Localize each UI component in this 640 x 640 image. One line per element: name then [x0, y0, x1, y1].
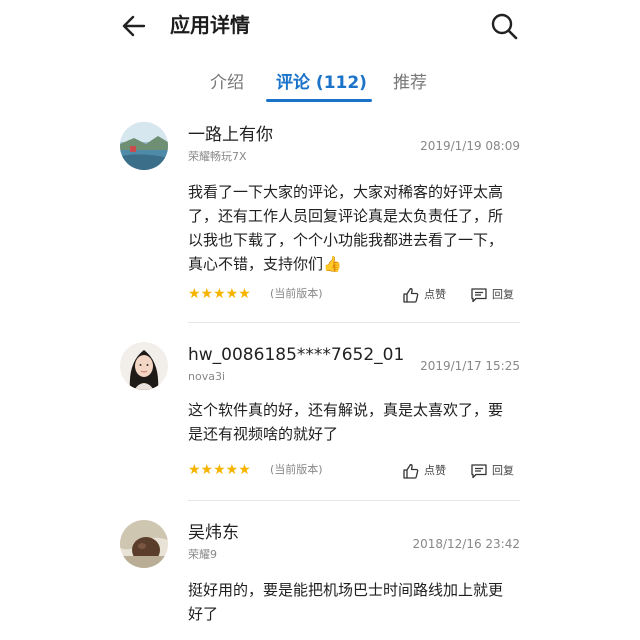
arrow-left-icon: [122, 15, 146, 37]
active-tab-indicator: [266, 99, 372, 102]
avatar: [120, 342, 168, 390]
comment-item: hw_0086185****7652_01 nova3i 2019/1/17 1…: [120, 342, 520, 510]
comment-text: 挺好用的，要是能把机场巴士时间路线加上就更好了: [188, 581, 504, 623]
user-name: 吴炜东: [188, 523, 239, 543]
tab-bar: 介绍 评论 (112) 推荐: [120, 70, 520, 106]
thumbs-up-icon: [403, 463, 419, 479]
user-name: hw_0086185****7652_01: [188, 345, 405, 365]
like-label: 点赞: [424, 463, 446, 477]
comment-meta-row: ★★★★★ (当前版本) 点赞 回复: [188, 460, 520, 480]
comment-divider: [188, 322, 520, 323]
reply-button[interactable]: 回复: [470, 284, 514, 304]
like-label: 点赞: [424, 287, 446, 301]
top-app-bar: 应用详情: [120, 0, 520, 52]
version-tag: (当前版本): [270, 287, 323, 300]
comment-bubble-icon: [471, 463, 487, 478]
user-name: 一路上有你: [188, 125, 273, 145]
tab-recommend[interactable]: 推荐: [393, 70, 427, 96]
search-icon: [491, 13, 518, 40]
comment-date: 2019/1/19 08:09: [420, 139, 520, 153]
back-button[interactable]: [120, 10, 152, 42]
version-tag: (当前版本): [270, 463, 323, 476]
tab-intro[interactable]: 介绍: [210, 70, 244, 96]
page-title: 应用详情: [170, 13, 250, 37]
comment-bubble-icon: [471, 287, 487, 302]
thumbs-up-icon: [403, 287, 419, 303]
device-model: 荣耀畅玩7X: [188, 150, 247, 163]
comment-text: 我看了一下大家的评论，大家对稀客的好评太高了，还有工作人员回复评论真是太负责任了…: [188, 183, 504, 273]
like-button[interactable]: 点赞: [402, 460, 446, 480]
app-detail-screen: 应用详情 介绍 评论 (112) 推荐 一路上有你 荣耀畅玩7X 2019/1/…: [120, 0, 520, 640]
like-button[interactable]: 点赞: [402, 284, 446, 304]
star-rating: ★★★★★: [188, 286, 251, 302]
comment-item: 吴炜东 荣耀9 2018/12/16 23:42 挺好用的，要是能把机场巴士时间…: [120, 520, 520, 638]
comment-divider: [188, 500, 520, 501]
comment-meta-row: ★★★★★ (当前版本) 点赞 回复: [188, 284, 520, 304]
comment-date: 2018/12/16 23:42: [412, 537, 520, 551]
reply-label: 回复: [492, 463, 514, 477]
reply-label: 回复: [492, 287, 514, 301]
avatar: [120, 122, 168, 170]
comment-item: 一路上有你 荣耀畅玩7X 2019/1/19 08:09 我看了一下大家的评论，…: [120, 122, 520, 332]
tab-comments[interactable]: 评论 (112): [276, 70, 367, 96]
device-model: nova3i: [188, 370, 226, 383]
comment-date: 2019/1/17 15:25: [420, 359, 520, 373]
avatar: [120, 520, 168, 568]
star-rating: ★★★★★: [188, 462, 251, 478]
device-model: 荣耀9: [188, 548, 217, 561]
search-button[interactable]: [488, 10, 520, 42]
reply-button[interactable]: 回复: [470, 460, 514, 480]
comment-text: 这个软件真的好，还有解说，真是太喜欢了，要是还有视频啥的就好了: [188, 401, 504, 443]
